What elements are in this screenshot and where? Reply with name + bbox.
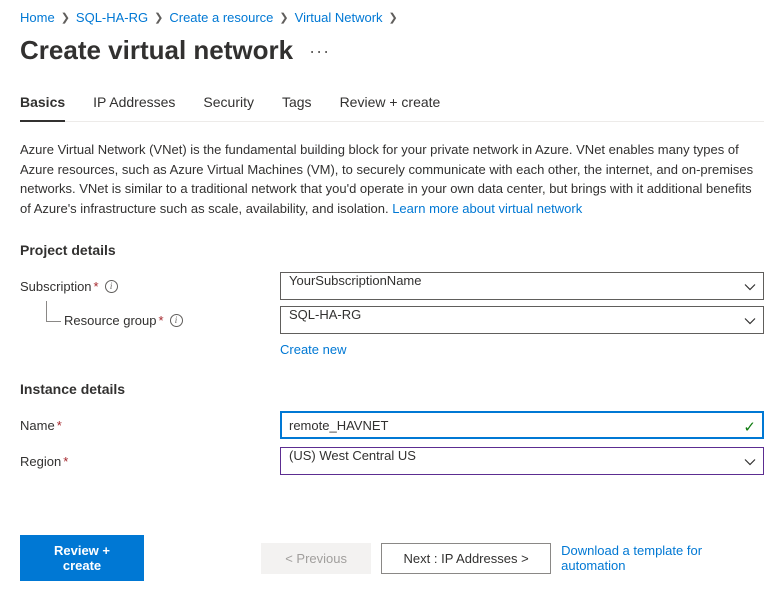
tab-tags[interactable]: Tags xyxy=(282,88,312,122)
name-label: Name xyxy=(20,418,55,433)
description-text: Azure Virtual Network (VNet) is the fund… xyxy=(20,140,764,218)
chevron-right-icon: ❯ xyxy=(389,11,398,24)
tabs: Basics IP Addresses Security Tags Review… xyxy=(20,88,764,122)
tab-basics[interactable]: Basics xyxy=(20,88,65,122)
chevron-right-icon: ❯ xyxy=(154,11,163,24)
resource-group-label: Resource group xyxy=(64,313,157,328)
tab-security[interactable]: Security xyxy=(203,88,254,122)
info-icon[interactable]: i xyxy=(170,314,183,327)
region-label: Region xyxy=(20,454,61,469)
page-title: Create virtual network xyxy=(20,35,293,66)
required-indicator-icon: * xyxy=(63,454,68,469)
more-actions-icon[interactable]: ··· xyxy=(309,42,330,60)
tab-review-create[interactable]: Review + create xyxy=(340,88,441,122)
region-select[interactable]: (US) West Central US xyxy=(280,447,764,475)
info-icon[interactable]: i xyxy=(105,280,118,293)
checkmark-icon: ✓ xyxy=(743,418,756,436)
required-indicator-icon: * xyxy=(94,279,99,294)
breadcrumb-link-home[interactable]: Home xyxy=(20,10,55,25)
next-button[interactable]: Next : IP Addresses > xyxy=(381,543,551,574)
previous-button: < Previous xyxy=(261,543,371,574)
download-template-link[interactable]: Download a template for automation xyxy=(561,543,764,573)
chevron-right-icon: ❯ xyxy=(61,11,70,24)
project-details-heading: Project details xyxy=(20,242,764,258)
learn-more-link[interactable]: Learn more about virtual network xyxy=(392,201,582,216)
breadcrumb-link-vnet[interactable]: Virtual Network xyxy=(295,10,383,25)
resource-group-select[interactable]: SQL-HA-RG xyxy=(280,306,764,334)
breadcrumb-link-rg[interactable]: SQL-HA-RG xyxy=(76,10,148,25)
subscription-select[interactable]: YourSubscriptionName xyxy=(280,272,764,300)
subscription-label: Subscription xyxy=(20,279,92,294)
required-indicator-icon: * xyxy=(57,418,62,433)
instance-details-heading: Instance details xyxy=(20,381,764,397)
breadcrumb: Home ❯ SQL-HA-RG ❯ Create a resource ❯ V… xyxy=(20,10,764,25)
required-indicator-icon: * xyxy=(159,313,164,328)
breadcrumb-link-create[interactable]: Create a resource xyxy=(169,10,273,25)
tab-ip-addresses[interactable]: IP Addresses xyxy=(93,88,175,122)
review-create-button[interactable]: Review + create xyxy=(20,535,144,581)
chevron-right-icon: ❯ xyxy=(279,11,288,24)
create-new-link[interactable]: Create new xyxy=(280,342,346,357)
name-input[interactable] xyxy=(280,411,764,439)
